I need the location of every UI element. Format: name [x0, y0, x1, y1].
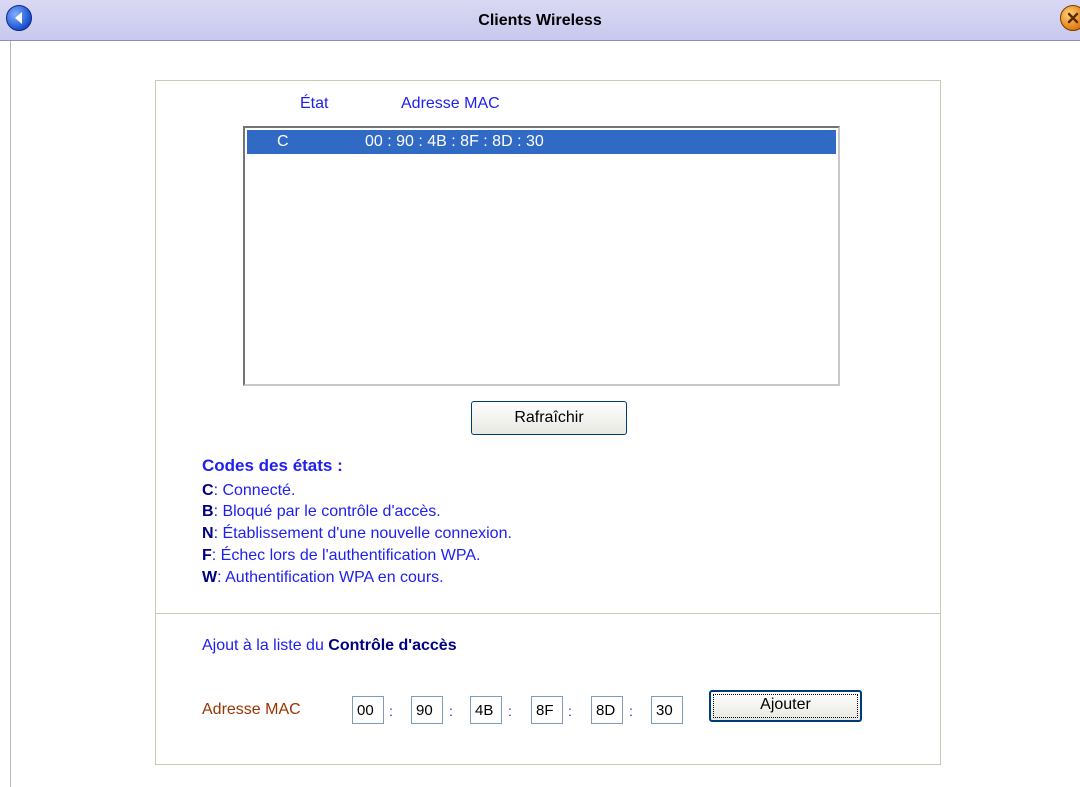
mac-separator: : [629, 703, 633, 719]
title-bar: Clients Wireless [0, 0, 1080, 41]
row-mac: 00 : 90 : 4B : 8F : 8D : 30 [365, 133, 544, 150]
legend-code: C [202, 482, 214, 499]
legend-item: B: Bloqué par le contrôle d'accès. [202, 503, 441, 521]
legend-item: F: Échec lors de l'authentification WPA. [202, 547, 480, 565]
mac-octet-4-field[interactable] [531, 696, 563, 724]
clients-panel: État Adresse MAC C 00 : 90 : 4B : 8F : 8… [155, 80, 941, 765]
mac-octet-2-field[interactable] [411, 696, 443, 724]
column-header-mac: Adresse MAC [401, 95, 500, 112]
legend-text: : Échec lors de l'authentification WPA. [211, 547, 481, 564]
legend-item: W: Authentification WPA en cours. [202, 569, 444, 587]
mac-address-label: Adresse MAC [202, 701, 301, 718]
window-title: Clients Wireless [478, 12, 602, 29]
add-section-title: Ajout à la liste du Contrôle d'accès [202, 637, 457, 655]
legend-item: C: Connecté. [202, 482, 295, 500]
legend-text: : Authentification WPA en cours. [217, 569, 444, 586]
left-border [10, 41, 11, 787]
legend-item: N: Établissement d'une nouvelle connexio… [202, 525, 512, 543]
mac-separator: : [508, 703, 512, 719]
clients-listbox[interactable]: C 00 : 90 : 4B : 8F : 8D : 30 [243, 126, 840, 386]
table-row[interactable]: C 00 : 90 : 4B : 8F : 8D : 30 [247, 130, 836, 154]
add-section-emphasis: Contrôle d'accès [328, 637, 457, 654]
mac-octet-3-field[interactable] [470, 696, 502, 724]
add-section-prefix: Ajout à la liste du [202, 637, 329, 654]
mac-separator: : [449, 703, 453, 719]
mac-octet-6-field[interactable] [651, 696, 683, 724]
mac-octet-1-field[interactable] [352, 696, 384, 724]
legend-title: Codes des états : [202, 456, 343, 475]
column-header-state: État [300, 95, 329, 112]
legend-text: : Bloqué par le contrôle d'accès. [213, 503, 441, 520]
legend-text: : Établissement d'une nouvelle connexion… [213, 525, 512, 542]
legend-code: F [202, 547, 212, 564]
mac-separator: : [389, 703, 393, 719]
add-button[interactable]: Ajouter [709, 690, 862, 722]
legend-code: B [202, 503, 214, 520]
mac-octet-5-field[interactable] [591, 696, 623, 724]
legend-text: : Connecté. [213, 482, 296, 499]
legend-code: N [202, 525, 214, 542]
refresh-button[interactable]: Rafraîchir [471, 401, 627, 435]
mac-separator: : [568, 703, 572, 719]
row-state: C [277, 133, 289, 150]
legend-code: W [202, 569, 218, 586]
close-icon[interactable] [1060, 5, 1080, 31]
section-divider [156, 613, 940, 614]
